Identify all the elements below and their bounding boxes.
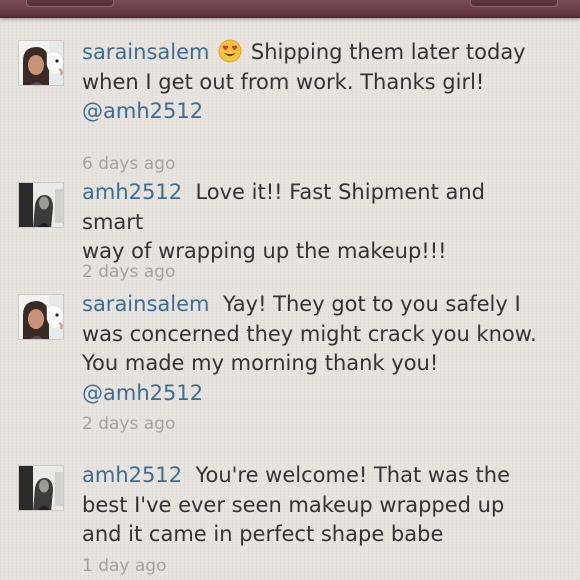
comment-line: Yay! They got to you safely I [222, 292, 521, 316]
comment-line: way of wrapping up the makeup!!! [82, 239, 447, 263]
action-button[interactable] [470, 0, 558, 7]
comment-timestamp: 6 days ago [82, 154, 176, 174]
avatar[interactable] [18, 294, 64, 340]
comment-line: was concerned they might crack you know. [82, 321, 537, 346]
comment-username[interactable]: sarainsalem [82, 292, 209, 316]
comment-list: sarainsalem Shipping them later today wh… [0, 18, 580, 580]
comment-timestamp: 2 days ago [82, 414, 176, 434]
comment-text: amh2512 Love it!! Fast Shipment and smar… [82, 178, 552, 267]
comment-text: amh2512 You're welcome! That was the bes… [82, 461, 552, 550]
comment-username[interactable]: sarainsalem [82, 40, 209, 64]
comment-line: when I get out from work. Thanks girl! [82, 69, 485, 94]
comment-text: sarainsalem Shipping them later today wh… [82, 38, 552, 127]
mention-link[interactable]: @amh2512 [82, 381, 203, 405]
comment-text: sarainsalem Yay! They got to you safely … [82, 290, 552, 408]
comment-username[interactable]: amh2512 [82, 180, 182, 204]
comment-line: You made my morning thank you! [82, 351, 439, 375]
mention-link[interactable]: @amh2512 [82, 99, 203, 123]
comment-line: Shipping them later today [250, 40, 526, 64]
avatar[interactable] [18, 182, 64, 228]
comment-line: You're welcome! That was the [195, 463, 511, 487]
avatar[interactable] [18, 465, 64, 511]
heart-eyes-emoji-icon [218, 39, 242, 63]
back-button[interactable] [26, 0, 114, 7]
top-navigation-bar [0, 0, 580, 18]
comment-line: and it came in perfect shape babe [82, 522, 444, 546]
avatar[interactable] [18, 40, 64, 86]
comment-timestamp: 2 days ago [82, 262, 176, 282]
comment-username[interactable]: amh2512 [82, 463, 182, 487]
comment-line: best I've ever seen makeup wrapped up [82, 492, 505, 517]
comment-timestamp: 1 day ago [82, 556, 167, 576]
